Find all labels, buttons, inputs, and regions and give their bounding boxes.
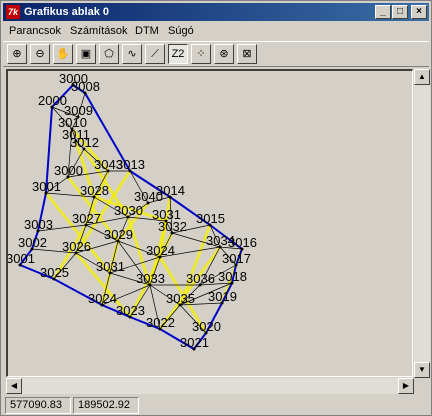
point-label: 3035	[166, 291, 195, 306]
toolbar: ⊕ ⊖ ✋ ▣ ⬠ ∿ ⟋ Z2 ⁘ ⊛ ⊠	[3, 41, 429, 67]
status-bar: 577090.83 189502.92	[3, 396, 429, 415]
menu-szamitasok[interactable]: Számítások	[70, 24, 127, 38]
horizontal-scrollbar[interactable]: ◀ ▶	[6, 378, 414, 394]
network-icon[interactable]: ⊛	[214, 44, 234, 64]
point-label: 3025	[40, 265, 69, 280]
zoom-in-icon[interactable]: ⊕	[7, 44, 27, 64]
point-label: 3002	[18, 235, 47, 250]
point-label: 3031	[96, 259, 125, 274]
point-label: 3029	[104, 227, 133, 242]
point-label: 3003	[24, 217, 53, 232]
maximize-button[interactable]: □	[392, 5, 408, 19]
scroll-left-button[interactable]: ◀	[6, 378, 22, 394]
point-label: 3020	[192, 319, 221, 334]
point-label: 3033	[136, 271, 165, 286]
point-label: 3024	[146, 243, 175, 258]
vertical-scrollbar[interactable]: ▲ ▼	[414, 69, 430, 378]
point-label: 3024	[88, 291, 117, 306]
menu-sugo[interactable]: Súgó	[168, 24, 194, 38]
menu-bar: Parancsok Számítások DTM Súgó	[3, 22, 429, 40]
point-label: 3023	[116, 303, 145, 318]
title-bar[interactable]: 7k Grafikus ablak 0 _ □ ×	[3, 3, 429, 21]
point-label: 3030	[114, 203, 143, 218]
scroll-up-button[interactable]: ▲	[414, 69, 430, 85]
menu-dtm[interactable]: DTM	[135, 24, 159, 38]
point-label: 3019	[208, 289, 237, 304]
z-label-icon[interactable]: Z2	[168, 44, 188, 64]
point-label: 3000	[54, 163, 83, 178]
scroll-right-button[interactable]: ▶	[398, 378, 414, 394]
zoom-window-icon[interactable]: ▣	[76, 44, 96, 64]
status-y-coordinate: 189502.92	[73, 397, 139, 414]
point-label: 3001	[8, 251, 35, 266]
scatter-icon[interactable]: ⁘	[191, 44, 211, 64]
contour-icon[interactable]: ∿	[122, 44, 142, 64]
point-label: 2000	[38, 93, 67, 108]
minimize-button[interactable]: _	[375, 5, 391, 19]
zoom-out-icon[interactable]: ⊖	[30, 44, 50, 64]
point-label: 3026	[62, 239, 91, 254]
app-icon[interactable]: 7k	[6, 5, 20, 19]
polygon-icon[interactable]: ⬠	[99, 44, 119, 64]
menu-parancsok[interactable]: Parancsok	[9, 24, 61, 38]
graphic-window: 7k Grafikus ablak 0 _ □ × Parancsok Szám…	[0, 0, 432, 416]
point-label: 3040	[134, 189, 163, 204]
point-label: 3001	[32, 179, 61, 194]
point-label: 3013	[116, 157, 145, 172]
point-label: 3032	[158, 219, 187, 234]
point-label: 3034	[206, 233, 235, 248]
point-label: 3008	[71, 79, 100, 94]
point-label: 3027	[72, 211, 101, 226]
point-label: 3036	[186, 271, 215, 286]
point-label: 3022	[146, 315, 175, 330]
point-label: 3015	[196, 211, 225, 226]
profile-icon[interactable]: ⟋	[145, 44, 165, 64]
point-label: 3018	[218, 269, 247, 284]
box-x-icon[interactable]: ⊠	[237, 44, 257, 64]
status-x-coordinate: 577090.83	[5, 397, 71, 414]
point-label: 3012	[70, 135, 99, 150]
pan-hand-icon[interactable]: ✋	[53, 44, 73, 64]
scroll-down-button[interactable]: ▼	[414, 362, 430, 378]
window-title: Grafikus ablak 0	[24, 6, 109, 18]
point-label: 3021	[180, 335, 209, 350]
point-label: 3028	[80, 183, 109, 198]
tin-graph[interactable]: 30003008200030093010301130123000 30433013…	[8, 71, 412, 376]
drawing-canvas[interactable]: 3000 3008 2000 3009 3010 3011 3012 3000 3043 3013…	[6, 69, 413, 377]
point-label: 3017	[222, 251, 251, 266]
close-button[interactable]: ×	[411, 5, 427, 19]
